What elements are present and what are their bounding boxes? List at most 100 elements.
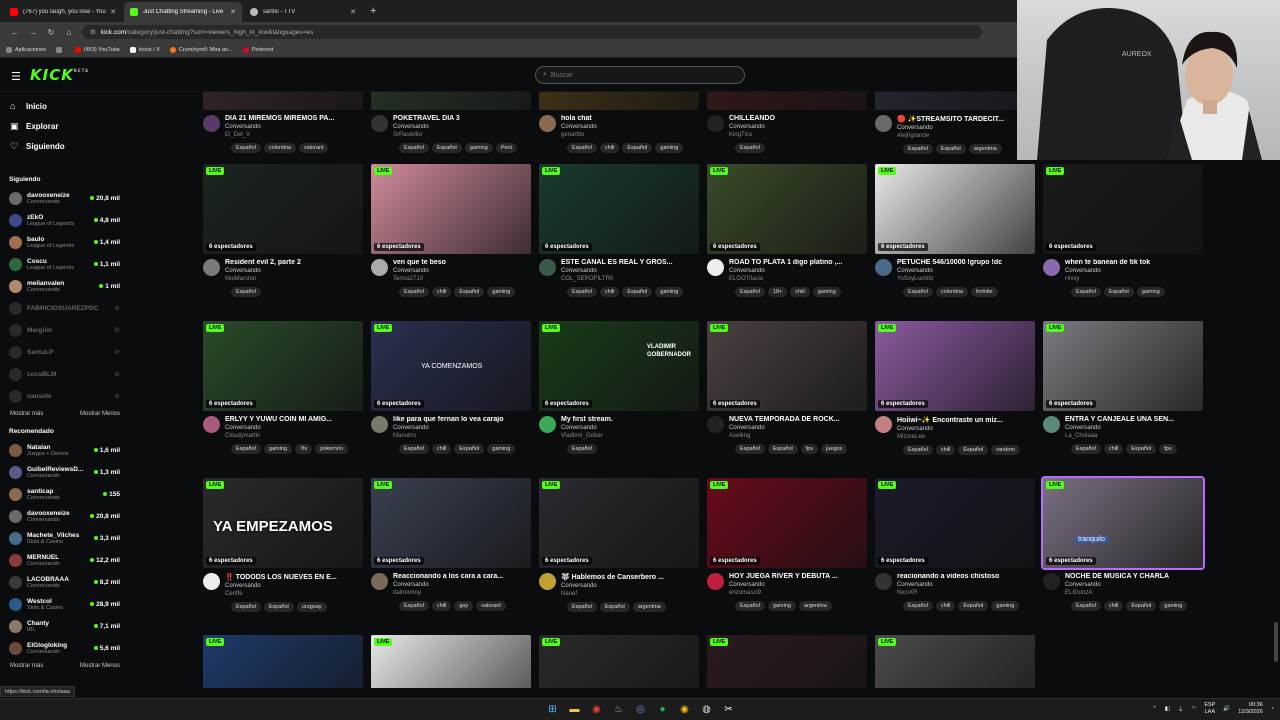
stream-thumbnail[interactable] xyxy=(371,92,531,110)
stream-category[interactable]: Conversando xyxy=(897,582,1037,588)
streamer-avatar[interactable] xyxy=(875,573,892,590)
stream-category[interactable]: Conversando xyxy=(1065,582,1205,588)
tag-chip[interactable]: gaming xyxy=(655,287,684,297)
tag-chip[interactable]: gaming xyxy=(487,444,516,454)
tag-chip[interactable]: Español xyxy=(567,287,597,297)
stream-card[interactable]: LIVE 6 espectadores ENTRA Y CANJEALE UNA S… xyxy=(1043,321,1205,454)
streamer-avatar[interactable] xyxy=(539,416,556,433)
tag-chip[interactable]: gaming xyxy=(991,601,1020,611)
stream-category[interactable]: Conversando xyxy=(729,124,869,130)
stream-thumbnail[interactable]: LIVE 6 espectadores YA COMENZAMOS xyxy=(371,321,531,411)
tag-chip[interactable]: Español xyxy=(567,143,597,153)
following-channel[interactable]: Coscu League of Legends 1,1 mil xyxy=(0,253,130,275)
stream-title[interactable]: Resident evil 2, parte 2 xyxy=(225,259,365,266)
stream-category[interactable]: Conversando xyxy=(393,582,533,588)
stream-card[interactable]: LIVE 6 espectadores Resident evil 2, parte… xyxy=(203,164,365,297)
url-field[interactable]: ⚙ kick.com/category/just-chatting?sort=vi… xyxy=(82,25,982,39)
tag-chip[interactable]: Español xyxy=(735,444,765,454)
stream-thumbnail[interactable]: LIVE 6 espectadores xyxy=(371,164,531,254)
recommended-channel[interactable]: MERNUEL Conversando 12,2 mil xyxy=(0,549,130,571)
tag-chip[interactable]: Español xyxy=(622,143,653,153)
nav-inicio[interactable]: ⌂ Inicio xyxy=(0,96,130,116)
chrome-icon-2[interactable]: ◉ xyxy=(677,702,692,717)
streamer-name[interactable]: Cenffe xyxy=(225,591,365,597)
stream-category[interactable]: Conversando xyxy=(561,583,701,589)
streamer-name[interactable]: SrPastelito xyxy=(393,132,533,138)
stream-thumbnail[interactable]: LIVE 6 espectadores VLADIMIR GOBERNADOR xyxy=(539,321,699,411)
streamer-avatar[interactable] xyxy=(707,416,724,433)
stream-thumbnail[interactable]: LIVE xyxy=(371,635,531,688)
tag-chip[interactable]: 18+ xyxy=(767,287,788,297)
browser-tab[interactable]: (767) you laugh, you lose - You ✕ xyxy=(4,2,122,22)
capcut-icon[interactable]: ✂ xyxy=(721,702,736,717)
streamer-avatar[interactable] xyxy=(875,259,892,276)
stream-card[interactable]: LIVE 6 espectadores PETUCHE 546/10000 !gru… xyxy=(875,164,1037,297)
streamer-name[interactable]: NicoXR xyxy=(897,590,1037,596)
stream-thumbnail[interactable]: LIVE xyxy=(539,635,699,688)
show-less-button[interactable]: Mostrar Menos xyxy=(80,659,120,673)
stream-thumbnail[interactable]: LIVE 6 espectadores xyxy=(875,321,1035,411)
tag-chip[interactable]: Español xyxy=(399,287,429,297)
streamer-name[interactable]: Alej0grande xyxy=(897,133,1037,139)
tag-chip[interactable]: gaming xyxy=(263,444,292,454)
stream-thumbnail[interactable]: LIVE 6 espectadores xyxy=(875,164,1035,254)
stream-card[interactable]: LIVE xyxy=(203,635,365,688)
recommended-channel[interactable]: davooxeneize Conversando 20,8 mil xyxy=(0,505,130,527)
tag-chip[interactable]: Español xyxy=(567,602,597,612)
tag-chip[interactable]: Español xyxy=(399,143,429,153)
stream-category[interactable]: Conversando xyxy=(225,425,365,431)
tag-chip[interactable]: valorant xyxy=(476,601,506,611)
streamer-avatar[interactable] xyxy=(371,259,388,276)
recommended-channel[interactable]: santicap Conversando 155 xyxy=(0,483,130,505)
bookmark-pinterest[interactable]: Pinterest xyxy=(242,46,273,53)
tag-chip[interactable]: Español xyxy=(903,144,933,154)
streamer-name[interactable]: Manulrrs xyxy=(393,433,533,439)
tag-chip[interactable]: chill xyxy=(790,287,810,297)
stream-title[interactable]: HOY JUEGA RIVER Y DEBUTA ... xyxy=(729,573,869,580)
stream-title[interactable]: Hoiiwi~✨ Encontraste un miz... xyxy=(897,416,1037,424)
streamer-name[interactable]: La_Cholaaa xyxy=(1065,433,1205,439)
bookmark-crunchyroll[interactable]: Crunchyroll: Mira an... xyxy=(169,46,233,53)
stream-card[interactable]: LIVE 6 espectadores NUEVA TEMPORADA DE ROC… xyxy=(707,321,869,454)
bookmark-youtube[interactable]: (453) YouTube xyxy=(74,46,120,53)
recommended-channel[interactable]: Natalan Juegos + Demos 1,6 mil xyxy=(0,439,130,461)
streamer-name[interactable]: enzomasci9 xyxy=(729,590,869,596)
tag-chip[interactable]: Español xyxy=(454,287,485,297)
stream-category[interactable]: Conversando xyxy=(729,268,869,274)
tag-chip[interactable]: valorant xyxy=(298,143,329,153)
tag-chip[interactable]: juegos xyxy=(821,444,848,454)
stream-category[interactable]: Conversando xyxy=(225,583,365,589)
tag-chip[interactable]: pokemon xyxy=(315,444,348,454)
stream-thumbnail[interactable]: LIVE 6 espectadores xyxy=(539,478,699,568)
stream-category[interactable]: Conversando xyxy=(393,124,533,130)
browser-tab-active[interactable]: Just Chatting Streaming - Live ✕ xyxy=(124,2,242,22)
clock[interactable]: 00:36 12/3/2026 xyxy=(1238,702,1262,716)
recommended-channel[interactable]: ElGlogloking Conversando 5,6 mil xyxy=(0,637,130,659)
tag-chip[interactable]: gaming xyxy=(1159,601,1188,611)
stream-title[interactable]: ERLYY Y YUWU COIN MI AMIG... xyxy=(225,416,365,423)
stream-category[interactable]: Conversando xyxy=(225,268,365,274)
tag-chip[interactable]: random xyxy=(991,445,1020,455)
steam-icon[interactable]: ♨ xyxy=(611,702,626,717)
streamer-name[interactable]: Terma2710 xyxy=(393,276,533,282)
network-tray-icon[interactable]: ◧ xyxy=(1165,706,1170,712)
stream-thumbnail[interactable]: LIVE 6 espectadores YA EMPEZAMOS xyxy=(203,478,363,568)
discord-icon[interactable]: ◎ xyxy=(633,702,648,717)
following-channel[interactable]: cocoBLM ⊘ xyxy=(0,363,130,385)
streamer-name[interactable]: MoiMarston xyxy=(225,276,365,282)
wifi-tray-icon[interactable]: ◠ xyxy=(1192,706,1197,712)
tag-chip[interactable]: Español xyxy=(935,144,966,154)
stream-title[interactable]: CHILLEANDO xyxy=(729,115,869,122)
streamer-avatar[interactable] xyxy=(539,573,556,590)
stream-title[interactable]: Reaccionando a los cara a cara... xyxy=(393,573,533,580)
tag-chip[interactable]: Español xyxy=(567,444,597,454)
following-channel[interactable]: SantuLP ⊘ xyxy=(0,341,130,363)
stream-thumbnail[interactable]: LIVE xyxy=(203,635,363,688)
site-info-icon[interactable]: ⚙ xyxy=(90,28,96,36)
search-box[interactable]: ⌕ xyxy=(535,66,745,84)
following-channel[interactable]: melianvalen Conversando 1 mil xyxy=(0,275,130,297)
stream-thumbnail[interactable]: LIVE 6 espectadores xyxy=(707,478,867,568)
streamer-avatar[interactable] xyxy=(203,259,220,276)
tag-chip[interactable]: Español xyxy=(1126,601,1157,611)
tag-chip[interactable]: Español xyxy=(231,143,261,153)
